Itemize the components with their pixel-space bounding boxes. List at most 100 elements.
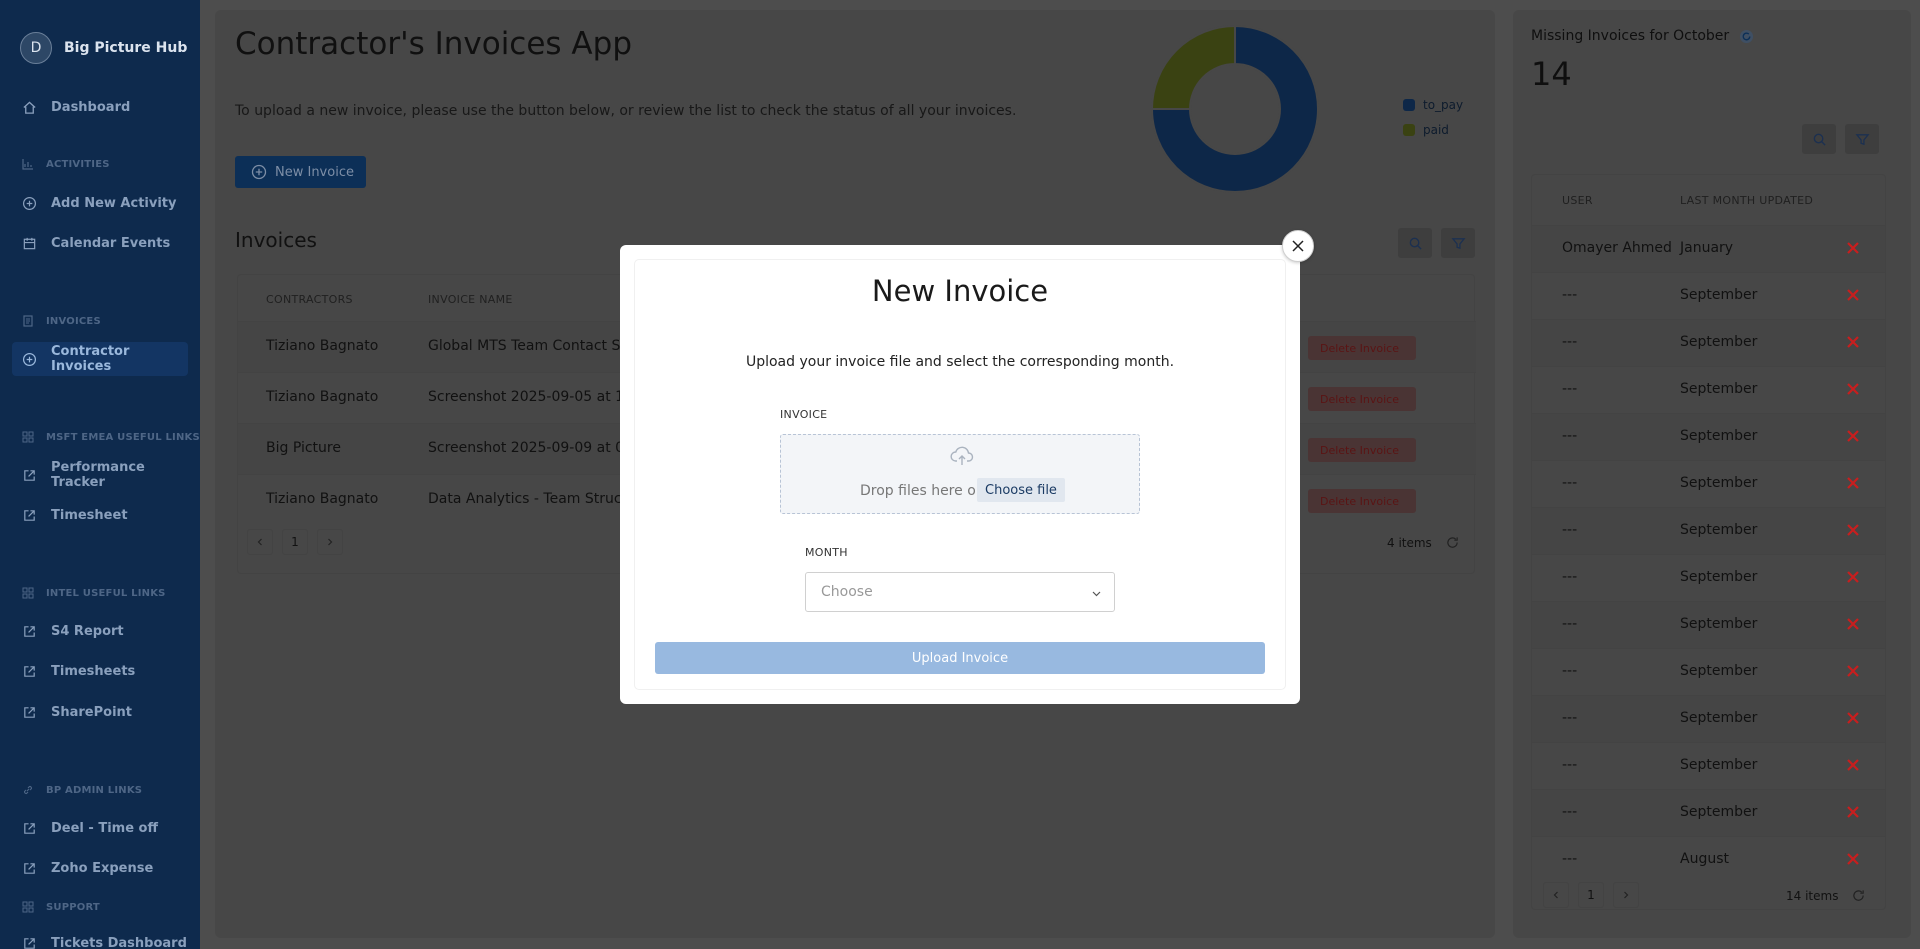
new-invoice-label: New Invoice <box>275 164 354 180</box>
table-row[interactable]: --- September <box>1532 695 1885 742</box>
contractor-cell: Tiziano Bagnato <box>266 491 379 507</box>
remove-icon[interactable] <box>1846 570 1860 584</box>
table-row[interactable]: --- September <box>1532 507 1885 554</box>
page-number-button[interactable]: 1 <box>282 529 308 555</box>
prev-page-button[interactable] <box>1543 882 1569 908</box>
remove-icon[interactable] <box>1846 429 1860 443</box>
table-row[interactable]: --- September <box>1532 601 1885 648</box>
invoice-name-cell[interactable]: Data Analytics - Team Structure <box>428 491 650 507</box>
table-row[interactable]: --- September <box>1532 648 1885 695</box>
table-row[interactable]: Omayer Ahmed January <box>1532 225 1885 272</box>
month-cell: September <box>1680 287 1758 303</box>
sidebar-item-deel-time-off[interactable]: Deel - Time off <box>12 811 188 845</box>
remove-icon[interactable] <box>1846 805 1860 819</box>
sidebar-item-timesheets[interactable]: Timesheets <box>12 654 188 688</box>
remove-icon[interactable] <box>1846 288 1860 302</box>
avatar: D <box>20 32 52 64</box>
month-cell: September <box>1680 475 1758 491</box>
sidebar-item-timesheet[interactable]: Timesheet <box>12 498 188 532</box>
sidebar-item-calendar-events[interactable]: Calendar Events <box>12 226 188 260</box>
month-cell: September <box>1680 710 1758 726</box>
invoice-dropzone[interactable]: Drop files here or Choose file <box>780 434 1140 514</box>
sidebar-item-tickets-dashboard[interactable]: Tickets Dashboard <box>12 926 188 949</box>
search-button[interactable] <box>1398 228 1432 258</box>
remove-icon[interactable] <box>1846 852 1860 866</box>
table-row[interactable]: --- September <box>1532 366 1885 413</box>
sidebar-item-s4-report[interactable]: S4 Report <box>12 614 188 648</box>
modal-subtitle: Upload your invoice file and select the … <box>745 354 1175 370</box>
table-row[interactable]: --- September <box>1532 554 1885 601</box>
upload-invoice-button[interactable]: Upload Invoice <box>655 642 1265 674</box>
invoice-name-cell[interactable]: Screenshot 2025-09-09 at 09 <box>428 440 633 456</box>
remove-icon[interactable] <box>1846 382 1860 396</box>
month-cell: September <box>1680 569 1758 585</box>
table-row[interactable]: --- September <box>1532 742 1885 789</box>
invoice-name-cell[interactable]: Screenshot 2025-09-05 at 14 <box>428 389 633 405</box>
chevron-right-icon <box>1624 891 1629 899</box>
slice-paid[interactable] <box>1150 24 1236 110</box>
search-button[interactable] <box>1802 124 1836 154</box>
table-row[interactable]: --- September <box>1532 413 1885 460</box>
page-number-button[interactable]: 1 <box>1578 882 1604 908</box>
remove-icon[interactable] <box>1846 758 1860 772</box>
remove-icon[interactable] <box>1846 664 1860 678</box>
user-cell: --- <box>1562 428 1578 444</box>
remove-icon[interactable] <box>1846 711 1860 725</box>
column-header-invoice-name[interactable]: INVOICE NAME <box>428 293 513 306</box>
remove-icon[interactable] <box>1846 523 1860 537</box>
user-cell: --- <box>1562 569 1578 585</box>
prev-page-button[interactable] <box>247 529 273 555</box>
table-row[interactable]: --- August <box>1532 836 1885 883</box>
brand[interactable]: D Big Picture Hub <box>20 32 187 64</box>
refresh-icon[interactable] <box>1446 536 1459 549</box>
grid-icon <box>22 901 34 913</box>
remove-icon[interactable] <box>1846 476 1860 490</box>
refresh-icon[interactable] <box>1739 29 1754 44</box>
section-invoices: INVOICES <box>22 315 101 327</box>
user-cell: --- <box>1562 287 1578 303</box>
table-row[interactable]: --- September <box>1532 460 1885 507</box>
column-header-user[interactable]: USER <box>1562 194 1593 207</box>
refresh-icon[interactable] <box>1852 889 1865 902</box>
new-invoice-button[interactable]: New Invoice <box>235 156 366 188</box>
table-row[interactable]: --- September <box>1532 789 1885 836</box>
chart-legend: to_pay paid <box>1403 92 1463 142</box>
next-page-button[interactable] <box>317 529 343 555</box>
column-header-contractors[interactable]: CONTRACTORS <box>266 293 353 306</box>
invoice-name-cell[interactable]: Global MTS Team Contact Sheet <box>428 338 652 354</box>
sidebar-item-add-activity[interactable]: Add New Activity <box>12 186 188 220</box>
legend-item-paid[interactable]: paid <box>1403 117 1463 142</box>
remove-icon[interactable] <box>1846 241 1860 255</box>
next-page-button[interactable] <box>1613 882 1639 908</box>
legend-item-to-pay[interactable]: to_pay <box>1403 92 1463 117</box>
delete-invoice-button[interactable]: Delete Invoice <box>1308 489 1416 513</box>
remove-icon[interactable] <box>1846 617 1860 631</box>
delete-invoice-button[interactable]: Delete Invoice <box>1308 438 1416 462</box>
grid-icon <box>22 587 34 599</box>
close-icon <box>1292 240 1304 252</box>
grid-icon <box>22 431 34 443</box>
external-link-icon <box>24 822 35 834</box>
chevron-down-icon <box>1092 591 1101 597</box>
month-cell: September <box>1680 428 1758 444</box>
invoice-status-donut-chart <box>1150 24 1319 193</box>
missing-invoices-table: USER LAST MONTH UPDATED Omayer Ahmed Janu… <box>1531 174 1886 910</box>
filter-button[interactable] <box>1441 228 1475 258</box>
table-row[interactable]: --- September <box>1532 272 1885 319</box>
user-cell: --- <box>1562 616 1578 632</box>
choose-file-button[interactable]: Choose file <box>977 478 1065 502</box>
close-modal-button[interactable] <box>1282 230 1314 262</box>
dropzone-text: Drop files here or <box>860 483 982 499</box>
filter-button[interactable] <box>1845 124 1879 154</box>
remove-icon[interactable] <box>1846 335 1860 349</box>
sidebar-item-sharepoint[interactable]: SharePoint <box>12 695 188 729</box>
missing-invoices-panel: Missing Invoices for October 14 USER LAS… <box>1513 10 1911 938</box>
sidebar-item-zoho-expense[interactable]: Zoho Expense <box>12 851 188 885</box>
sidebar-item-performance-tracker[interactable]: Performance Tracker <box>12 458 188 492</box>
delete-invoice-button[interactable]: Delete Invoice <box>1308 387 1416 411</box>
section-msft: MSFT EMEA USEFUL LINKS <box>22 431 200 443</box>
month-select[interactable]: Choose <box>805 572 1115 612</box>
sidebar-item-dashboard[interactable]: Dashboard <box>12 90 188 124</box>
filter-icon <box>1854 133 1870 145</box>
column-header-last-month-updated[interactable]: LAST MONTH UPDATED <box>1680 194 1813 207</box>
